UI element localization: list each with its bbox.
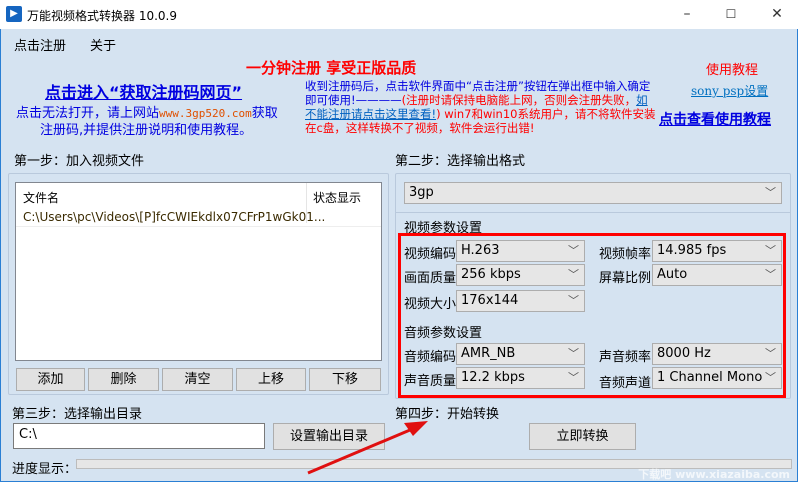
arrow-shaft [307,428,411,475]
annotation-arrow [307,421,428,475]
watermark: 下载吧 www.xiazaiba.com [638,468,790,481]
arrow-head [404,421,428,436]
